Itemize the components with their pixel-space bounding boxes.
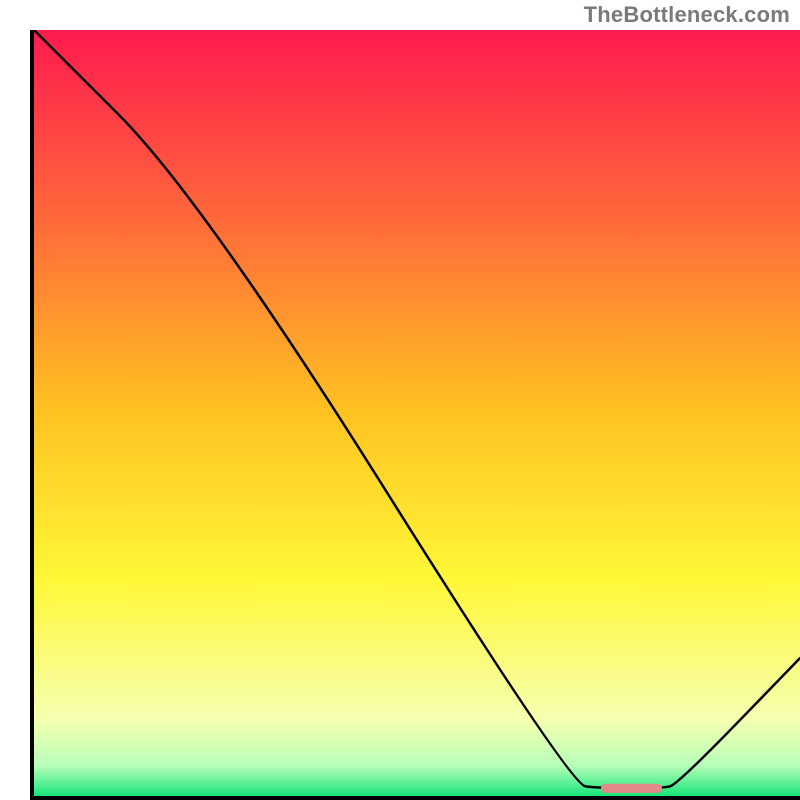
curve-line <box>34 30 800 788</box>
watermark-text: TheBottleneck.com <box>584 2 790 28</box>
chart-overlay <box>34 30 800 796</box>
plot-area <box>30 30 800 800</box>
bottleneck-chart: TheBottleneck.com <box>0 0 800 800</box>
optimal-marker <box>601 784 662 793</box>
